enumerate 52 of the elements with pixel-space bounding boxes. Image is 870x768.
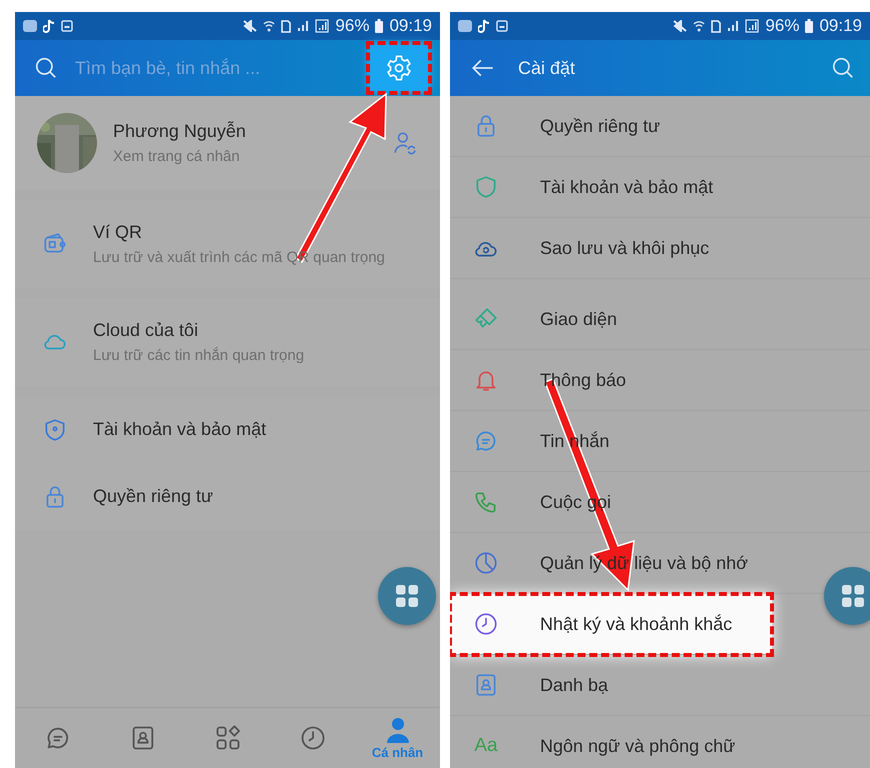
grid-icon (395, 584, 419, 608)
grid-icon (841, 584, 865, 608)
menu-item[interactable]: Cloud của tôi Lưu trữ các tin nhắn quan trọng (15, 298, 440, 386)
clock-icon (298, 724, 326, 752)
battery-percentage: 96% (335, 16, 370, 36)
apps-button[interactable] (378, 567, 436, 625)
signal-icon (745, 19, 760, 33)
music-note-icon (478, 19, 490, 33)
menu-item-title: Tài khoản và bảo mật (93, 419, 268, 440)
settings-icon (385, 54, 413, 82)
search-field[interactable]: Tìm bạn bè, tin nhắn ... (73, 56, 358, 80)
mute-icon (243, 20, 258, 32)
menu-item-title: Cloud của tôi (93, 320, 200, 341)
signal-icon (727, 20, 740, 32)
settings-item[interactable]: Sao lưu và khôi phục (450, 218, 870, 279)
settings-item[interactable]: Nhật ký và khoảnh khắc (450, 594, 772, 655)
wifi-icon (693, 20, 706, 32)
battery-icon (805, 19, 814, 33)
battery-percentage: 96% (765, 16, 800, 36)
menu-item-title: Quyền riêng tư (93, 486, 214, 507)
screen-title: Cài đặt (517, 58, 576, 78)
menu-item-description: Lưu trữ các tin nhắn quan trọng (93, 347, 306, 364)
pie-chart-icon (473, 550, 499, 576)
music-note-icon (43, 19, 55, 33)
wifi-icon (263, 20, 276, 32)
menu-item-title: Ví QR (93, 222, 144, 243)
profile-link: Xem trang cá nhân (113, 148, 241, 165)
battery-icon (375, 19, 384, 33)
clock-time: 09:19 (389, 16, 432, 36)
mute-icon (673, 20, 688, 32)
settings-item[interactable]: Danh bạ (450, 655, 870, 716)
menu-item[interactable]: Tài khoản và bảo mật (15, 396, 440, 463)
settings-item[interactable]: Tài khoản và bảo mật (450, 157, 870, 218)
menu-item[interactable]: Quyền riêng tư (15, 463, 440, 530)
image-icon (61, 20, 73, 32)
switch-account-icon (392, 130, 418, 156)
clock-time: 09:19 (819, 16, 862, 36)
search-bar[interactable]: Tìm bạn bè, tin nhắn ... (15, 40, 440, 96)
font-icon: Aa (474, 735, 498, 757)
profile-name: Phương Nguyễn (113, 121, 247, 142)
apps-button[interactable] (824, 567, 870, 625)
image-icon (496, 20, 508, 32)
settings-item[interactable]: Aa Ngôn ngữ và phông chữ (450, 716, 870, 768)
signal-icon (297, 20, 310, 32)
apps-icon (214, 724, 242, 752)
settings-button[interactable] (370, 45, 428, 91)
sim-card-icon (281, 20, 292, 32)
settings-item[interactable]: Giao diện (450, 289, 870, 350)
signal-icon (315, 19, 330, 33)
clock-icon (473, 611, 499, 637)
sim-card-icon (711, 20, 722, 32)
settings-item[interactable]: Quyền riêng tư (450, 96, 870, 157)
